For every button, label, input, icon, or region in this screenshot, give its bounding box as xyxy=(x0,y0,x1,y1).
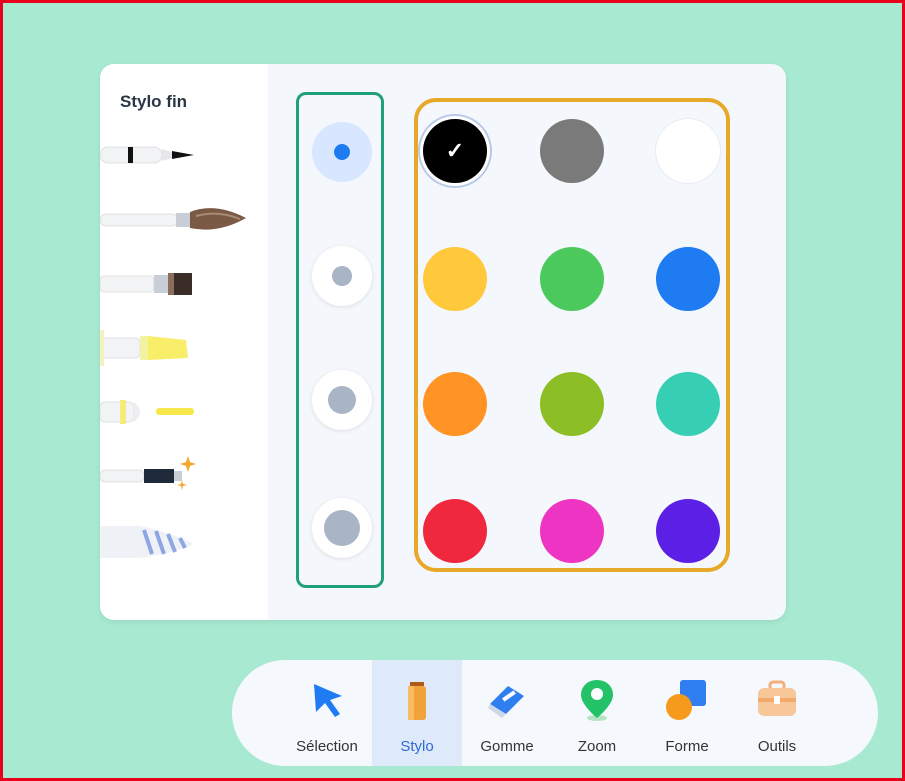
pencil-icon xyxy=(408,682,426,720)
pen-type-list: Stylo fin xyxy=(100,64,268,620)
color-swatch[interactable] xyxy=(423,247,487,311)
tool-outils[interactable]: Outils xyxy=(732,660,822,766)
tool-label: Stylo xyxy=(400,738,434,755)
cursor-arrow-icon xyxy=(314,684,342,717)
size-option-4[interactable] xyxy=(312,498,372,558)
toolbox-icon xyxy=(758,680,796,716)
tool-gomme[interactable]: Gomme xyxy=(462,660,552,766)
tool-stylo[interactable]: Stylo xyxy=(372,660,462,766)
color-swatch[interactable] xyxy=(423,499,487,563)
color-swatch[interactable] xyxy=(540,247,604,311)
size-option-3[interactable] xyxy=(312,370,372,430)
fine-pen-icon xyxy=(100,146,194,164)
texture-pen-icon xyxy=(100,526,194,558)
size-option-1[interactable] xyxy=(312,122,372,182)
flat-brush-icon xyxy=(100,273,192,295)
pen-flat-brush[interactable] xyxy=(100,258,250,308)
tool-label: Gomme xyxy=(480,738,534,755)
pen-type-title: Stylo fin xyxy=(120,92,188,111)
brush-icon xyxy=(100,208,246,230)
color-swatch[interactable] xyxy=(656,499,720,563)
tool-label: Zoom xyxy=(577,738,617,755)
location-pin-icon xyxy=(581,680,613,721)
pen-brush[interactable] xyxy=(100,194,250,244)
tool-selection[interactable]: Sélection xyxy=(282,660,372,766)
color-swatch[interactable] xyxy=(540,119,604,183)
pen-fluorescent[interactable] xyxy=(100,386,250,436)
checkmark-icon: ✓ xyxy=(445,138,465,163)
color-swatch[interactable] xyxy=(656,247,720,311)
pen-fine[interactable] xyxy=(100,130,250,180)
highlighter-icon xyxy=(100,330,188,366)
sparkle-pen-icon xyxy=(100,456,196,490)
color-swatch[interactable] xyxy=(540,499,604,563)
tool-label: Outils xyxy=(757,738,797,755)
tool-zoom[interactable]: Zoom xyxy=(552,660,642,766)
bottom-toolbar: Sélection Stylo Gomme Zoom Forme Outils xyxy=(232,660,878,766)
color-swatch[interactable] xyxy=(423,372,487,436)
pen-highlighter[interactable] xyxy=(100,322,250,372)
eraser-icon xyxy=(488,686,524,718)
tool-forme[interactable]: Forme xyxy=(642,660,732,766)
color-swatch[interactable]: ✓ xyxy=(423,119,487,183)
size-option-2[interactable] xyxy=(312,246,372,306)
tool-label: Sélection xyxy=(296,738,358,755)
pen-sparkle[interactable] xyxy=(100,450,250,500)
color-swatch[interactable] xyxy=(656,372,720,436)
tool-label: Forme xyxy=(665,738,709,755)
pen-texture[interactable] xyxy=(100,514,250,564)
color-swatch[interactable] xyxy=(540,372,604,436)
color-swatch[interactable] xyxy=(656,119,720,183)
shapes-icon xyxy=(666,680,706,720)
fluorescent-marker-icon xyxy=(100,400,194,424)
